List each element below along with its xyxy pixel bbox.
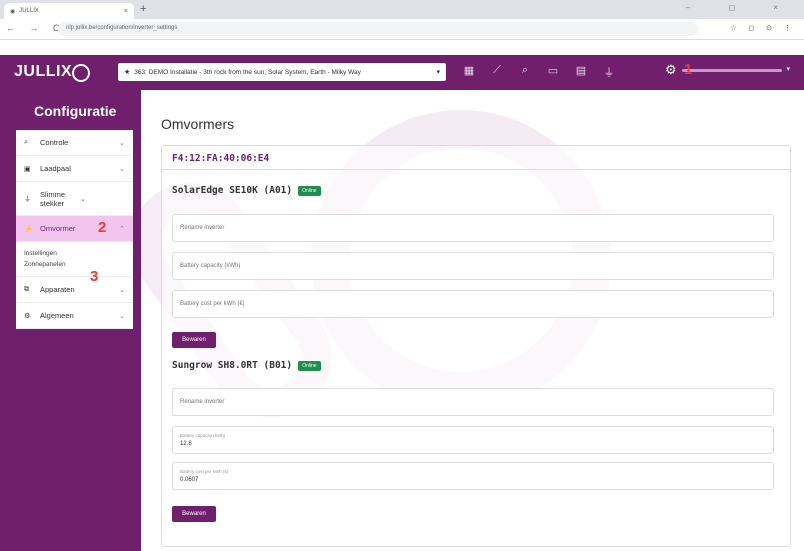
battery-cost-value: 0.0607	[180, 477, 199, 483]
check-icon: ⌕	[24, 138, 28, 146]
search-icon[interactable]: ⌕	[518, 64, 532, 80]
sidebar-item-slimme-stekker[interactable]: ⏚ Slimme stekker ⌄	[16, 182, 133, 216]
rename-inverter-field[interactable]: Rename inverter	[172, 214, 774, 242]
status-badge: Online	[298, 185, 321, 196]
chart-icon[interactable]: ⟋	[490, 64, 504, 80]
grid-icon[interactable]: ▦	[462, 64, 476, 80]
rename-inverter-placeholder: Rename inverter	[180, 399, 225, 405]
status-badge: Online	[298, 360, 321, 371]
battery-cost-placeholder: Battery cost per kWh (€)	[180, 301, 245, 307]
new-tab-button[interactable]: +	[140, 3, 146, 15]
close-tab-icon[interactable]: ×	[124, 8, 128, 15]
chevron-down-icon: ⌄	[119, 312, 125, 320]
battery-capacity-value: 12.8	[180, 441, 192, 447]
inverter-icon: ⚡	[24, 225, 33, 233]
user-menu[interactable]: ▾	[682, 66, 790, 75]
annotation-3: 3	[90, 268, 99, 285]
inverter-title: SolarEdge SE10K (A01) Online	[172, 185, 321, 196]
battery-capacity-field[interactable]: Battery capacity (kWh)	[172, 252, 774, 280]
plug-icon[interactable]: ⏚	[602, 64, 616, 80]
star-icon: ★	[124, 69, 131, 76]
sidebar-item-algemeen[interactable]: ⚙ Algemeen ⌄	[16, 303, 133, 329]
battery-cost-field[interactable]: Battery cost per kWh (€)	[172, 290, 774, 318]
site-selector[interactable]: ★ 363: DEMO Installatie - 3th rock from …	[118, 63, 446, 81]
sidebar-item-laadpaal[interactable]: ▣ Laadpaal ⌄	[16, 156, 133, 182]
inverter-title: Sungrow SH8.0RT (B01) Online	[172, 360, 321, 371]
omvormer-submenu: Instellingen Zonnepanelen	[16, 242, 133, 277]
user-name-bar	[682, 69, 782, 72]
save-button[interactable]: Bewaren	[172, 506, 216, 522]
rename-inverter-placeholder: Rename inverter	[180, 225, 225, 231]
sidebar-item-omvormer[interactable]: ⚡ Omvormer ⌃ 2	[16, 216, 133, 242]
tab-title: JULLIX	[19, 8, 39, 14]
gear-icon[interactable]: ⚙	[665, 62, 677, 78]
charger-icon: ▣	[24, 165, 31, 173]
devices-icon: ⧉	[24, 285, 29, 293]
chevron-up-icon: ⌃	[119, 225, 125, 233]
browser-action-icons[interactable]: ☆ ◻ ⊙ ⋮	[730, 24, 796, 32]
site-selector-value: 363: DEMO Installatie - 3th rock from th…	[134, 68, 361, 76]
inverter-name: SolarEdge SE10K (A01)	[172, 185, 293, 196]
chevron-down-icon: ⌄	[119, 286, 125, 294]
sidebar-item-label: Controle	[40, 138, 69, 147]
nav-buttons[interactable]: ← → C	[6, 23, 66, 33]
sidebar-item-label: Slimme stekker	[40, 189, 66, 208]
header-icon-bar: ▦ ⟋ ⌕ ▭ ▤ ⏚	[462, 64, 616, 80]
chevron-down-icon: ▾	[786, 66, 790, 73]
battery-icon[interactable]: ▭	[546, 64, 560, 80]
sidebar-item-label: Algemeen	[40, 311, 74, 320]
battery-capacity-field[interactable]: Battery capacity (kWh) 12.8	[172, 426, 774, 454]
inverter-name: Sungrow SH8.0RT (B01)	[172, 360, 293, 371]
sidebar-item-label: Omvormer	[40, 224, 76, 233]
sidebar-item-label: Laadpaal	[40, 164, 71, 173]
address-bar: ← → C nlp.jullix.be/configuration/invert…	[0, 19, 804, 40]
main-content: Omvormers F4:12:FA:40:06:E4 SolarEdge SE…	[141, 90, 804, 551]
browser-tab[interactable]: ◉ JULLIX ×	[4, 3, 134, 19]
submenu-item-instellingen[interactable]: Instellingen	[24, 248, 133, 259]
logo-mark-icon	[72, 64, 90, 82]
battery-capacity-placeholder: Battery capacity (kWh)	[180, 263, 241, 269]
sidebar-item-apparaten[interactable]: ⧉ Apparaten ⌄	[16, 277, 133, 303]
battery-cost-label: Battery cost per kWh (€)	[180, 469, 229, 474]
submenu-item-zonnepanelen[interactable]: Zonnepanelen	[24, 259, 133, 270]
sidebar-item-label: Apparaten	[40, 285, 75, 294]
plug-icon: ⏚	[24, 195, 31, 203]
annotation-2: 2	[98, 219, 107, 236]
annotation-1: 1	[684, 61, 693, 78]
chevron-down-icon: ▾	[436, 69, 440, 76]
chevron-down-icon: ⌄	[119, 139, 125, 147]
rename-inverter-field[interactable]: Rename inverter	[172, 388, 774, 416]
inverter-card: F4:12:FA:40:06:E4 SolarEdge SE10K (A01) O…	[161, 145, 791, 547]
url-field[interactable]: nlp.jullix.be/configuration/inverter_set…	[58, 22, 698, 36]
sidebar-menu: ⌕ Controle ⌄ ▣ Laadpaal ⌄ ⏚ Slimme stekk…	[16, 130, 133, 329]
battery-cost-field[interactable]: Battery cost per kWh (€) 0.0607	[172, 462, 774, 490]
device-icon[interactable]: ▤	[574, 64, 588, 80]
page-title: Omvormers	[161, 116, 235, 132]
browser-tab-bar: ◉ JULLIX × + – ◻ ×	[0, 0, 804, 19]
battery-capacity-label: Battery capacity (kWh)	[180, 433, 226, 438]
chevron-down-icon: ⌄	[80, 195, 86, 203]
sidebar-item-controle[interactable]: ⌕ Controle ⌄	[16, 130, 133, 156]
chevron-down-icon: ⌄	[119, 165, 125, 173]
cog-icon: ⚙	[24, 312, 31, 320]
device-id: F4:12:FA:40:06:E4	[162, 146, 790, 170]
save-button[interactable]: Bewaren	[172, 332, 216, 348]
sidebar: Configuratie ⌕ Controle ⌄ ▣ Laadpaal ⌄ ⏚…	[0, 90, 141, 551]
jullix-logo[interactable]: JULLIX	[14, 63, 72, 81]
sidebar-title: Configuratie	[34, 103, 117, 119]
window-controls[interactable]: – ◻ ×	[686, 3, 796, 12]
favicon-icon: ◉	[10, 8, 16, 15]
